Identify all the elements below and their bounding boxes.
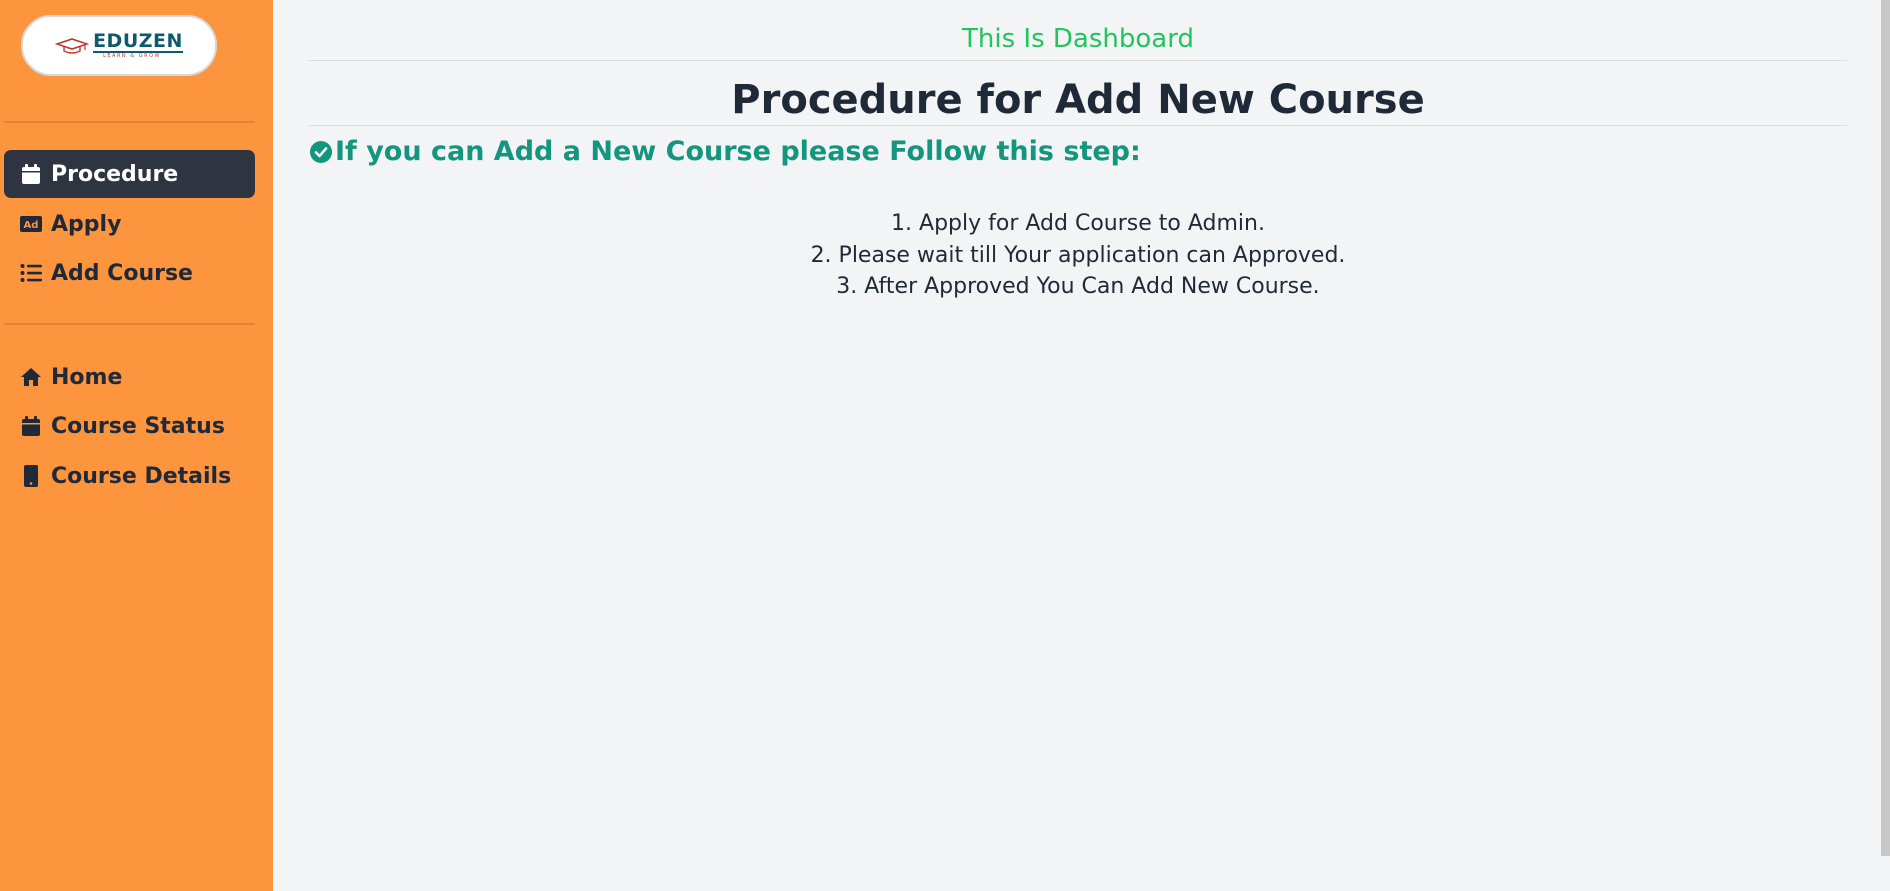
sidebar-item-label: Add Course: [51, 260, 193, 286]
sidebar-item-procedure[interactable]: Procedure: [4, 150, 255, 198]
svg-text:Ad: Ad: [24, 220, 39, 231]
title-divider: [309, 125, 1847, 126]
calendar-icon: [20, 163, 42, 185]
sidebar-item-home[interactable]: Home: [4, 353, 255, 401]
sidebar-item-course-details[interactable]: Course Details: [4, 452, 255, 500]
sidebar-item-course-status[interactable]: Course Status: [4, 402, 255, 450]
instruction-text: If you can Add a New Course please Follo…: [335, 136, 1141, 167]
step-item: 3. After Approved You Can Add New Course…: [836, 274, 1320, 299]
header-divider: [309, 60, 1847, 61]
step-item: 1. Apply for Add Course to Admin.: [891, 211, 1265, 236]
logo[interactable]: EDUZEN LEARN & GROW: [21, 15, 217, 76]
check-circle-icon: [310, 140, 332, 163]
sidebar-item-label: Home: [51, 364, 123, 390]
sidebar-item-label: Apply: [51, 211, 122, 237]
ad-icon: Ad: [20, 213, 42, 235]
dashboard-label: This Is Dashboard: [962, 24, 1194, 54]
logo-text: EDUZEN: [93, 30, 183, 53]
sidebar-divider: [4, 121, 255, 123]
sidebar-divider: [4, 323, 255, 325]
logo-tagline: LEARN & GROW: [103, 53, 161, 59]
graduation-cap-icon: [55, 37, 90, 54]
home-icon: [20, 366, 42, 388]
calendar-icon: [20, 415, 42, 437]
list-icon: [20, 262, 42, 284]
sidebar-item-label: Course Status: [51, 413, 225, 439]
sidebar-item-label: Procedure: [51, 161, 179, 187]
instruction-heading: If you can Add a New Course please Follo…: [309, 136, 1141, 167]
sidebar-item-add-course[interactable]: Add Course: [4, 249, 255, 297]
steps-list: 1. Apply for Add Course to Admin. 2. Ple…: [309, 208, 1847, 303]
sidebar-item-apply[interactable]: Ad Apply: [4, 200, 255, 248]
page-title: Procedure for Add New Course: [731, 77, 1425, 123]
sidebar-item-label: Course Details: [51, 463, 232, 489]
step-item: 2. Please wait till Your application can…: [810, 242, 1346, 268]
sidebar: EDUZEN LEARN & GROW Procedure Ad Apply A…: [0, 0, 273, 891]
main-content: This Is Dashboard Procedure for Add New …: [273, 0, 1890, 891]
mobile-icon: [20, 465, 42, 487]
scrollbar[interactable]: [1881, 0, 1890, 856]
